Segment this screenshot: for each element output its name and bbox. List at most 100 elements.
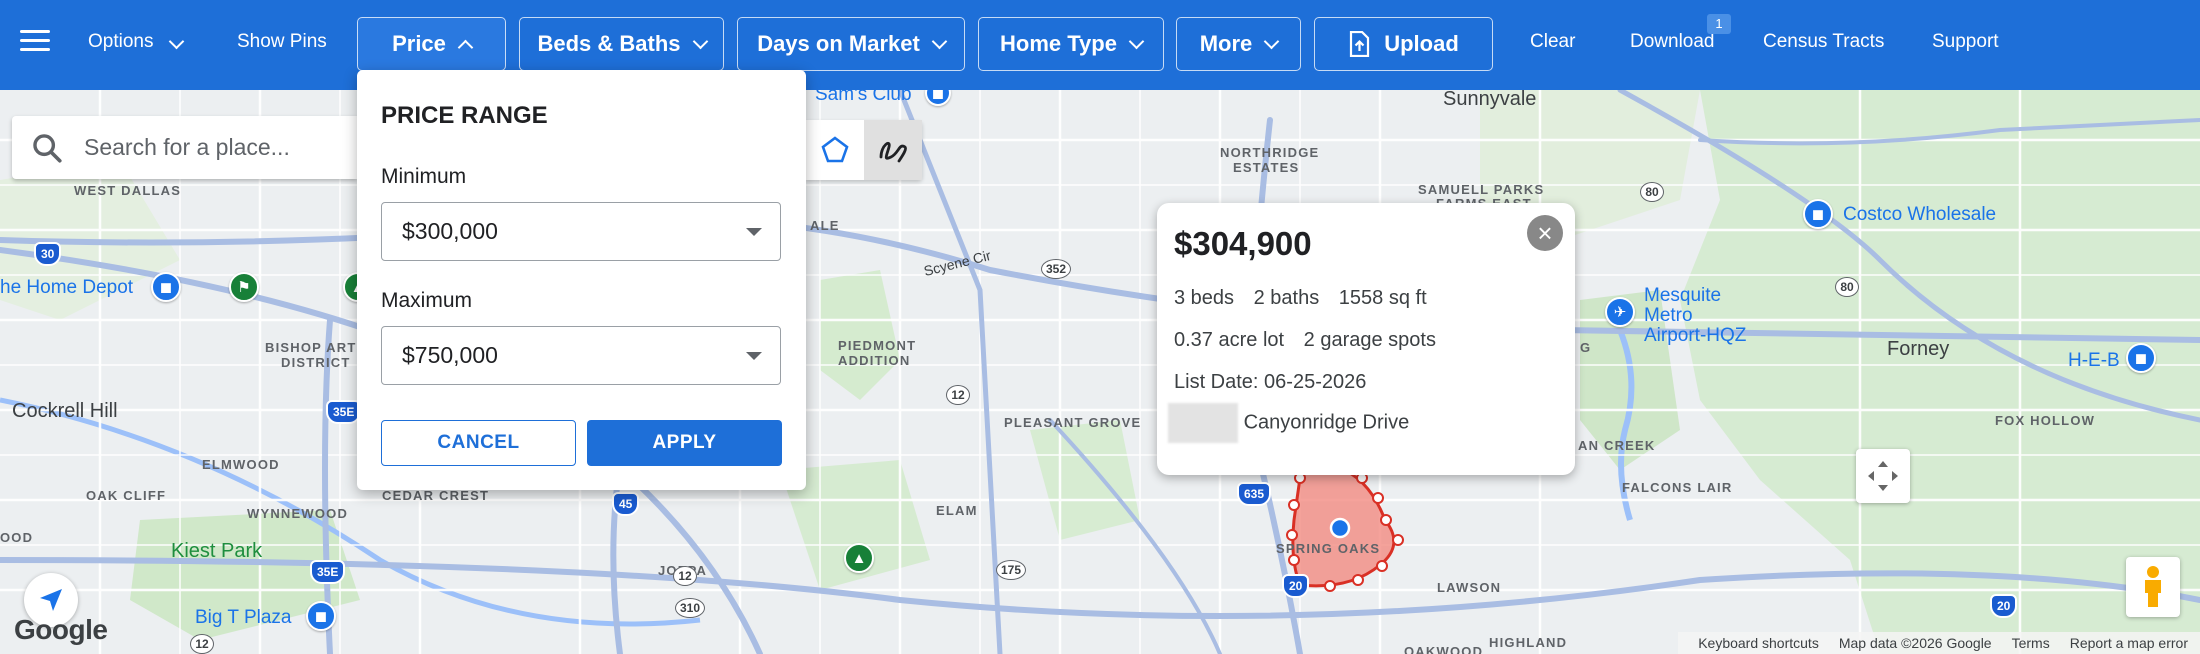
poi-pin-airport[interactable]: ✈ xyxy=(1605,297,1635,327)
place-label-piedmont: PIEDMONT xyxy=(838,338,917,353)
place-label-an-creek: AN CREEK xyxy=(1578,438,1656,453)
chevron-down-icon xyxy=(931,33,948,49)
shield-12-south: 12 xyxy=(673,566,697,586)
poi-label-mesquite-line3: Airport-HQZ xyxy=(1644,325,1747,346)
chevron-down-icon xyxy=(168,33,185,50)
upload-button[interactable]: Upload xyxy=(1314,17,1493,71)
place-label-bishop-arts-district: DISTRICT xyxy=(281,355,351,370)
options-label: Options xyxy=(88,31,154,52)
caret-down-icon xyxy=(746,352,762,360)
place-label-oakwood: OAKWOOD xyxy=(1404,644,1484,654)
shield-12-bottom: 12 xyxy=(190,634,214,654)
place-label-sunnyvale: Sunnyvale xyxy=(1443,88,1537,110)
census-tracts-button[interactable]: Census Tracts xyxy=(1763,31,1884,53)
place-label-estates: ESTATES xyxy=(1233,160,1300,175)
cancel-button[interactable]: CANCEL xyxy=(381,420,576,466)
download-count-badge: 1 xyxy=(1707,14,1731,34)
street-view-pegman-icon xyxy=(2145,566,2161,607)
home-type-filter-button[interactable]: Home Type xyxy=(978,17,1164,71)
price-filter-button[interactable]: Price xyxy=(357,17,506,71)
shopping-cart-icon: ◼ xyxy=(2134,350,2148,367)
apply-button[interactable]: APPLY xyxy=(587,420,782,466)
navigation-arrow-icon xyxy=(40,589,62,611)
search-icon[interactable] xyxy=(30,131,64,165)
listing-lot: 0.37 acre lot xyxy=(1174,329,1285,351)
clear-button[interactable]: Clear xyxy=(1530,31,1575,53)
beds-baths-filter-button[interactable]: Beds & Baths xyxy=(519,17,724,71)
poi-pin-park[interactable]: ▲ xyxy=(844,543,874,573)
place-label-west-dallas: WEST DALLAS xyxy=(74,183,182,198)
hamburger-icon[interactable] xyxy=(20,30,50,54)
place-label-pleasant-grove: PLEASANT GROVE xyxy=(1004,415,1142,430)
poi-label-mesquite-airport[interactable]: Mesquite Metro Airport-HQZ xyxy=(1644,286,1746,346)
search-input[interactable] xyxy=(84,134,344,161)
shield-80-east: 80 xyxy=(1835,277,1859,297)
place-label-g-fragment: G xyxy=(1580,340,1592,355)
more-label: More xyxy=(1199,31,1253,56)
pan-arrows-icon xyxy=(1868,461,1898,491)
days-on-market-filter-button[interactable]: Days on Market xyxy=(737,17,965,71)
listing-baths: 2 baths xyxy=(1253,287,1320,309)
top-toolbar: Options Show Pins Price Beds & Baths Day… xyxy=(0,0,2200,90)
days-on-market-label: Days on Market xyxy=(757,31,920,56)
map-data-credit: Map data ©2026 Google xyxy=(1838,635,1992,651)
redacted-house-number xyxy=(1168,403,1238,443)
place-label-samuell-parks: SAMUELL PARKS xyxy=(1418,182,1545,197)
poi-label-costco[interactable]: Costco Wholesale xyxy=(1843,204,1996,226)
maximum-price-select[interactable]: $750,000 xyxy=(381,326,781,385)
maximum-label: Maximum xyxy=(381,289,473,312)
more-filter-button[interactable]: More xyxy=(1176,17,1301,71)
minimum-label: Minimum xyxy=(381,165,467,188)
golf-flag-icon: ⚑ xyxy=(237,279,251,296)
shield-i20-west: 20 xyxy=(1282,574,1310,598)
listing-beds: 3 beds xyxy=(1174,287,1235,309)
polygon-tool-icon xyxy=(821,136,849,163)
poi-label-home-depot[interactable]: he Home Depot xyxy=(0,277,133,299)
park-label-kiest[interactable]: Kiest Park xyxy=(171,540,262,563)
poi-pin-home-depot[interactable]: ◼ xyxy=(151,272,181,302)
street-view-control[interactable] xyxy=(2126,557,2180,617)
map-canvas[interactable]: Sunnyvale NORTHRIDGE ESTATES SAMUELL PAR… xyxy=(0,0,2200,654)
listing-date: List Date: 06-25-2026 xyxy=(1174,371,1367,393)
keyboard-shortcuts-link[interactable]: Keyboard shortcuts xyxy=(1698,635,1819,651)
chevron-down-icon xyxy=(692,33,708,49)
listing-lot-line: 0.37 acre lot 2 garage spots xyxy=(1174,329,1436,352)
poi-label-heb[interactable]: H-E-B xyxy=(2068,350,2120,372)
listing-address[interactable]: Canyonridge Drive xyxy=(1168,403,1409,443)
place-label-wynnewood: WYNNEWOOD xyxy=(247,506,349,521)
draw-tools xyxy=(806,120,922,180)
polygon-tool-button[interactable] xyxy=(806,120,864,180)
show-pins-button[interactable]: Show Pins xyxy=(237,31,327,53)
report-map-error-link[interactable]: Report a map error xyxy=(2070,635,2188,651)
terms-link[interactable]: Terms xyxy=(2012,635,2050,651)
place-label-elmwood: ELMWOOD xyxy=(202,457,280,472)
minimum-price-select[interactable]: $300,000 xyxy=(381,202,781,261)
minimum-price-value: $300,000 xyxy=(402,218,498,244)
poi-label-big-t-plaza[interactable]: Big T Plaza xyxy=(195,607,291,629)
support-button[interactable]: Support xyxy=(1932,31,1999,53)
shield-i635: 635 xyxy=(1237,482,1272,506)
poi-pin-big-t-plaza[interactable]: ◼ xyxy=(306,601,336,631)
shield-i20-east: 20 xyxy=(1990,594,2018,618)
download-button[interactable]: Download xyxy=(1630,31,1715,53)
pan-control[interactable] xyxy=(1856,449,1910,503)
chevron-up-icon xyxy=(457,39,474,55)
poi-pin-golf[interactable]: ⚑ xyxy=(229,272,259,302)
place-label-lawson: LAWSON xyxy=(1437,580,1502,595)
price-range-title: PRICE RANGE xyxy=(381,102,548,129)
place-label-cedar-crest: CEDAR CREST xyxy=(382,488,490,503)
poi-pin-heb[interactable]: ◼ xyxy=(2126,343,2156,373)
freehand-draw-button[interactable] xyxy=(864,120,922,180)
price-range-dropdown: PRICE RANGE Minimum $300,000 Maximum $75… xyxy=(357,70,806,490)
shield-310: 310 xyxy=(675,598,706,618)
close-icon[interactable]: × xyxy=(1527,215,1563,251)
home-type-label: Home Type xyxy=(1000,31,1117,56)
listing-info-popup: $304,900 × 3 beds 2 baths 1558 sq ft 0.3… xyxy=(1157,203,1575,475)
chevron-down-icon xyxy=(1128,33,1145,49)
options-menu[interactable]: Options xyxy=(88,31,185,53)
airplane-icon: ✈ xyxy=(1613,304,1627,321)
shield-i45: 45 xyxy=(612,492,640,516)
poi-pin-costco[interactable]: ◼ xyxy=(1803,199,1833,229)
caret-down-icon xyxy=(746,228,762,236)
shield-80-west: 80 xyxy=(1640,182,1664,202)
